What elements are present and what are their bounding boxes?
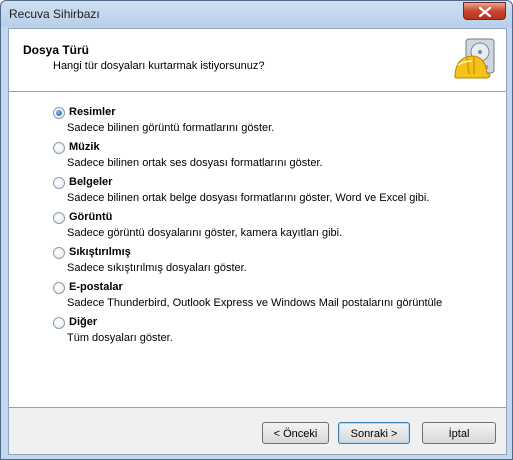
- option-label[interactable]: Görüntü: [69, 211, 112, 223]
- wizard-window: Recuva Sihirbazı Dosya Türü Hangi tür do…: [0, 0, 513, 460]
- cancel-button[interactable]: İptal: [422, 422, 496, 444]
- option-label[interactable]: Müzik: [69, 141, 100, 153]
- next-button[interactable]: Sonraki >: [338, 422, 410, 444]
- wizard-body: Dosya Türü Hangi tür dosyaları kurtarmak…: [8, 28, 507, 455]
- close-icon: [479, 7, 491, 17]
- back-button[interactable]: < Önceki: [262, 422, 329, 444]
- radio-e-postalar[interactable]: [53, 282, 65, 294]
- option-label[interactable]: Belgeler: [69, 176, 112, 188]
- title-bar[interactable]: Recuva Sihirbazı: [1, 1, 512, 27]
- radio-diger[interactable]: [53, 317, 65, 329]
- wizard-footer: < Önceki Sonraki > İptal: [9, 408, 506, 454]
- option-description: Sadece bilinen ortak ses dosyası formatl…: [67, 157, 323, 169]
- window-title: Recuva Sihirbazı: [9, 7, 100, 21]
- page-subtitle: Hangi tür dosyaları kurtarmak istiyorsun…: [53, 60, 265, 72]
- option-label[interactable]: E-postalar: [69, 281, 123, 293]
- radio-goruntu[interactable]: [53, 212, 65, 224]
- radio-resimler[interactable]: [53, 107, 65, 119]
- option-label[interactable]: Resimler: [69, 106, 115, 118]
- option-description: Sadece Thunderbird, Outlook Express ve W…: [67, 297, 443, 309]
- option-description: Tüm dosyaları göster.: [67, 332, 173, 344]
- radio-muzik[interactable]: [53, 142, 65, 154]
- page-title: Dosya Türü: [23, 43, 90, 57]
- radio-belgeler[interactable]: [53, 177, 65, 189]
- hard-drive-helmet-icon: [454, 38, 495, 79]
- option-description: Sadece bilinen ortak belge dosyası forma…: [67, 192, 430, 204]
- option-label[interactable]: Sıkıştırılmış: [69, 246, 131, 258]
- option-description: Sadece görüntü dosyalarını göster, kamer…: [67, 227, 343, 239]
- close-button[interactable]: [463, 2, 506, 20]
- option-description: Sadece sıkıştırılmış dosyaları göster.: [67, 262, 247, 274]
- radio-sikistirilmis[interactable]: [53, 247, 65, 259]
- wizard-header: Dosya Türü Hangi tür dosyaları kurtarmak…: [9, 29, 506, 92]
- option-label[interactable]: Diğer: [69, 316, 97, 328]
- option-description: Sadece bilinen görüntü formatlarını göst…: [67, 122, 275, 134]
